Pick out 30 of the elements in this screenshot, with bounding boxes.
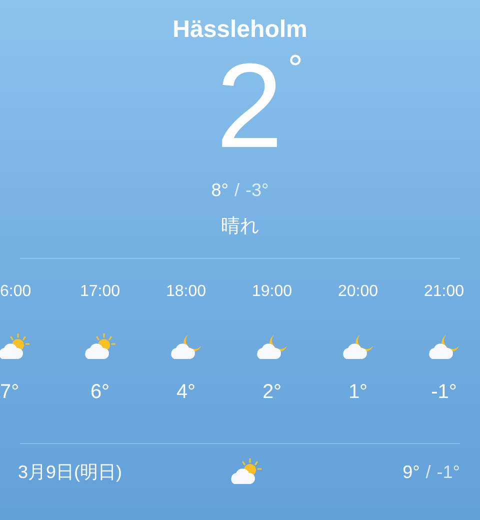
current-temperature: 2 (216, 52, 283, 160)
day-date: 3月9日(明日) (18, 461, 124, 484)
hour-time: 18:00 (166, 283, 206, 302)
separator: / (426, 462, 431, 482)
hour-temperature: 6° (90, 381, 110, 404)
low-temperature: -1° (436, 462, 460, 482)
weather-condition: 晴れ (221, 214, 259, 239)
degree-sign: ° (286, 52, 304, 86)
moon-cloud-icon (168, 333, 204, 361)
moon-cloud-icon (340, 333, 376, 361)
hour-temperature: -1° (431, 381, 457, 404)
hour-temperature: 4° (176, 381, 196, 404)
hour-temperature: 1° (348, 381, 368, 404)
sun-cloud-icon (0, 333, 32, 361)
hour-temperature: 2° (262, 381, 282, 404)
sun-cloud-icon (82, 333, 118, 361)
hour-time: 6:00 (0, 283, 32, 302)
hour-time: 17:00 (80, 283, 120, 302)
moon-cloud-icon (426, 333, 462, 361)
hour-time: 20:00 (338, 283, 378, 302)
separator: / (234, 180, 240, 201)
hour-time: 21:00 (424, 283, 464, 302)
city-name: Hässleholm (172, 16, 308, 44)
low-temperature: -3° (246, 180, 269, 201)
hour-time: 19:00 (252, 283, 292, 302)
hour-temperature: 7° (0, 381, 20, 404)
moon-cloud-icon (254, 333, 290, 361)
high-temperature: 8° (211, 180, 228, 201)
sun-cloud-icon (228, 458, 264, 486)
high-temperature: 9° (402, 462, 420, 482)
